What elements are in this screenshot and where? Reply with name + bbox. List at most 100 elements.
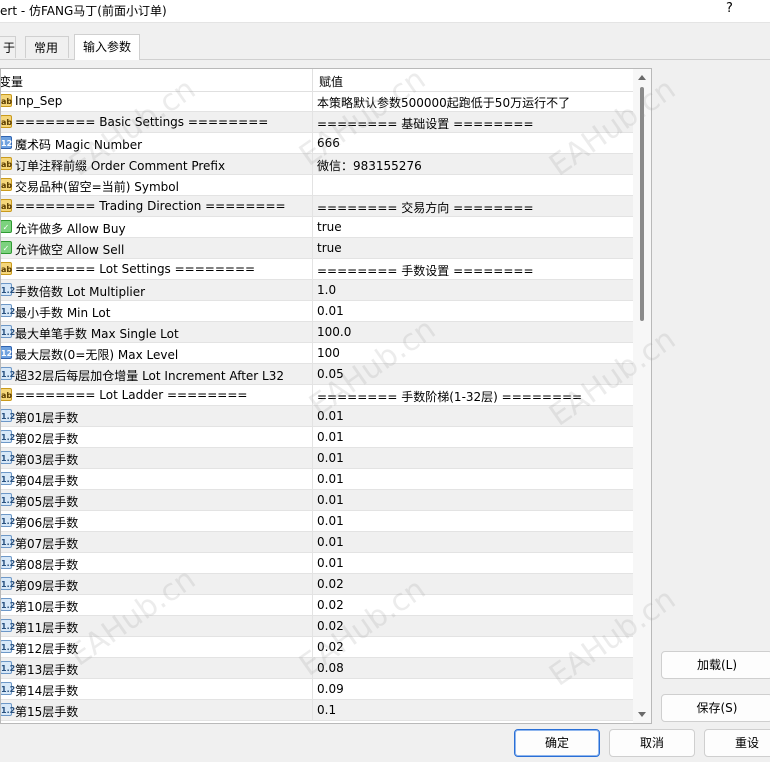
- param-name: 超32层后每层加仓增量 Lot Increment After L32: [15, 369, 284, 383]
- table-row[interactable]: 1.2 第10层手数 0.02: [1, 595, 633, 616]
- column-header-variable[interactable]: 变量: [1, 73, 23, 90]
- table-row[interactable]: 1.2 第08层手数 0.01: [1, 553, 633, 574]
- param-type-ab-icon: ab: [1, 115, 12, 128]
- param-value[interactable]: 100.0: [317, 325, 351, 339]
- table-row[interactable]: ✓ 允许做多 Allow Buy true: [1, 217, 633, 238]
- param-value[interactable]: ======== 手数阶梯(1-32层) ========: [317, 388, 582, 405]
- title-bar: ert - 仿FANG马丁(前面小订单) ?: [0, 0, 770, 23]
- param-value[interactable]: 1.0: [317, 283, 336, 297]
- table-row[interactable]: 1.2 第12层手数 0.02: [1, 637, 633, 658]
- cell-divider: [312, 637, 313, 658]
- param-value[interactable]: 0.08: [317, 661, 344, 675]
- param-value[interactable]: 0.01: [317, 514, 344, 528]
- param-value[interactable]: 0.02: [317, 640, 344, 654]
- param-value[interactable]: 0.01: [317, 535, 344, 549]
- table-row[interactable]: 1.2 第06层手数 0.01: [1, 511, 633, 532]
- tab-inputs[interactable]: 输入参数: [74, 34, 140, 60]
- table-row[interactable]: 1.2 第15层手数 0.1: [1, 700, 633, 721]
- table-row[interactable]: 1.2 第07层手数 0.01: [1, 532, 633, 553]
- param-value[interactable]: 0.01: [317, 451, 344, 465]
- param-value[interactable]: 100: [317, 346, 340, 360]
- table-row[interactable]: 1.2 第09层手数 0.02: [1, 574, 633, 595]
- param-value[interactable]: 666: [317, 136, 340, 150]
- param-value[interactable]: 0.02: [317, 598, 344, 612]
- table-row[interactable]: ab Inp_Sep 本策略默认参数500000起跑低于50万运行不了: [1, 91, 633, 112]
- param-value[interactable]: true: [317, 241, 342, 255]
- param-value[interactable]: 0.1: [317, 703, 336, 717]
- param-value[interactable]: 0.02: [317, 619, 344, 633]
- ok-button[interactable]: 确定: [514, 729, 600, 757]
- grid-rows: ab Inp_Sep 本策略默认参数500000起跑低于50万运行不了 ab =====…: [1, 91, 633, 721]
- table-row[interactable]: ab 交易品种(留空=当前) Symbol: [1, 175, 633, 196]
- param-value[interactable]: 0.01: [317, 304, 344, 318]
- table-row[interactable]: 1.2 第04层手数 0.01: [1, 469, 633, 490]
- cell-divider: [312, 595, 313, 616]
- table-row[interactable]: 123 最大层数(0=无限) Max Level 100: [1, 343, 633, 364]
- table-row[interactable]: 123 魔术码 Magic Number 666: [1, 133, 633, 154]
- param-value[interactable]: 0.05: [317, 367, 344, 381]
- param-type-num-icon: 123: [1, 346, 18, 359]
- param-name: 第12层手数: [15, 642, 79, 656]
- param-value[interactable]: 0.01: [317, 409, 344, 423]
- table-row[interactable]: 1.2 第02层手数 0.01: [1, 427, 633, 448]
- parameters-grid[interactable]: 变量 赋值 ab Inp_Sep 本策略默认参数500000起跑低于50万运行不了 a…: [0, 68, 652, 724]
- param-name: ======== Lot Ladder ========: [15, 388, 248, 402]
- param-name: ======== Trading Direction ========: [15, 199, 286, 213]
- param-type-ab-icon: ab: [1, 157, 12, 170]
- vertical-scrollbar[interactable]: [633, 69, 651, 723]
- param-value[interactable]: 0.01: [317, 556, 344, 570]
- tab-about[interactable]: 于: [0, 36, 16, 58]
- param-name: 第04层手数: [15, 474, 79, 488]
- param-type-dbl-icon: 1.2: [1, 304, 15, 317]
- table-row[interactable]: ✓ 允许做空 Allow Sell true: [1, 238, 633, 259]
- table-row[interactable]: 1.2 超32层后每层加仓增量 Lot Increment After L32 0.…: [1, 364, 633, 385]
- table-row[interactable]: ab 订单注释前缀 Order Comment Prefix 微信：98315527…: [1, 154, 633, 175]
- param-value[interactable]: 0.01: [317, 472, 344, 486]
- param-value[interactable]: 0.09: [317, 682, 344, 696]
- cell-divider: [312, 175, 313, 196]
- cancel-button[interactable]: 取消: [609, 729, 695, 757]
- cell-divider: [312, 280, 313, 301]
- param-value[interactable]: 微信：983155276: [317, 157, 422, 174]
- table-row[interactable]: 1.2 手数倍数 Lot Multiplier 1.0: [1, 280, 633, 301]
- table-row[interactable]: ab ======== Trading Direction ======== ===…: [1, 196, 633, 217]
- grid-header: 变量 赋值: [1, 69, 633, 92]
- save-button[interactable]: 保存(S): [661, 694, 770, 722]
- table-row[interactable]: ab ======== Basic Settings ======== ======…: [1, 112, 633, 133]
- cell-divider: [312, 658, 313, 679]
- param-type-dbl-icon: 1.2: [1, 367, 15, 380]
- param-value[interactable]: 0.01: [317, 430, 344, 444]
- table-row[interactable]: 1.2 第01层手数 0.01: [1, 406, 633, 427]
- param-type-dbl-icon: 1.2: [1, 514, 15, 527]
- table-row[interactable]: 1.2 第11层手数 0.02: [1, 616, 633, 637]
- table-row[interactable]: ab ======== Lot Settings ======== ========…: [1, 259, 633, 280]
- param-value[interactable]: ======== 基础设置 ========: [317, 115, 534, 132]
- table-row[interactable]: 1.2 第14层手数 0.09: [1, 679, 633, 700]
- param-type-dbl-icon: 1.2: [1, 598, 15, 611]
- param-value[interactable]: true: [317, 220, 342, 234]
- table-row[interactable]: 1.2 第05层手数 0.01: [1, 490, 633, 511]
- param-value[interactable]: 0.01: [317, 493, 344, 507]
- cell-divider: [312, 343, 313, 364]
- param-value[interactable]: 0.02: [317, 577, 344, 591]
- table-row[interactable]: 1.2 最大单笔手数 Max Single Lot 100.0: [1, 322, 633, 343]
- cell-divider: [312, 448, 313, 469]
- column-header-value[interactable]: 赋值: [319, 73, 343, 90]
- table-row[interactable]: ab ======== Lot Ladder ======== ======== 手…: [1, 385, 633, 406]
- param-value[interactable]: 本策略默认参数500000起跑低于50万运行不了: [317, 94, 570, 111]
- param-value[interactable]: ======== 交易方向 ========: [317, 199, 534, 216]
- scroll-thumb[interactable]: [640, 87, 644, 321]
- scroll-up-icon[interactable]: [638, 75, 646, 80]
- table-row[interactable]: 1.2 第03层手数 0.01: [1, 448, 633, 469]
- table-row[interactable]: 1.2 最小手数 Min Lot 0.01: [1, 301, 633, 322]
- table-row[interactable]: 1.2 第13层手数 0.08: [1, 658, 633, 679]
- scroll-down-icon[interactable]: [638, 712, 646, 717]
- param-value[interactable]: ======== 手数设置 ========: [317, 262, 534, 279]
- param-type-bool-icon: ✓: [1, 241, 12, 254]
- column-divider[interactable]: [312, 69, 313, 91]
- load-button[interactable]: 加载(L): [661, 651, 770, 679]
- reset-button[interactable]: 重设: [704, 729, 770, 757]
- help-button[interactable]: ?: [726, 1, 733, 16]
- tab-common[interactable]: 常用: [25, 36, 69, 58]
- param-name: ======== Lot Settings ========: [15, 262, 256, 276]
